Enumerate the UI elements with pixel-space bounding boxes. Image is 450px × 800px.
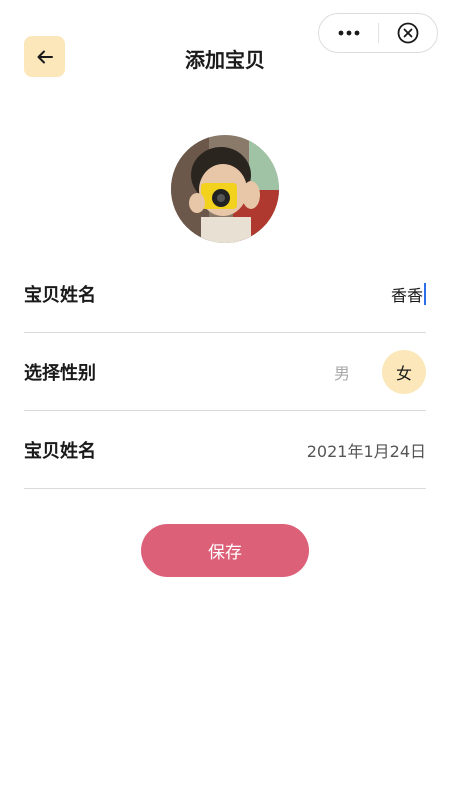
baby-form: 宝贝姓名 香香 选择性别 男 女 宝贝姓名 2021年1月24日 (24, 255, 426, 489)
name-input[interactable]: 香香 (391, 282, 426, 306)
gender-row: 选择性别 男 女 (24, 333, 426, 411)
name-row: 宝贝姓名 香香 (24, 255, 426, 333)
baby-avatar[interactable] (171, 135, 279, 243)
name-value: 香香 (390, 285, 423, 305)
gender-label: 选择性别 (24, 362, 96, 384)
birth-label: 宝贝姓名 (24, 440, 96, 462)
save-button[interactable]: 保存 (141, 524, 309, 577)
close-button[interactable] (379, 14, 437, 52)
gender-female-option[interactable]: 女 (382, 349, 426, 394)
gender-selector: 男 女 (320, 349, 426, 394)
close-circle-icon (397, 22, 419, 44)
baby-photo-avatar (171, 135, 279, 243)
name-label: 宝贝姓名 (24, 284, 96, 306)
birth-row[interactable]: 宝贝姓名 2021年1月24日 (24, 411, 426, 489)
text-cursor (424, 282, 426, 305)
more-button[interactable] (319, 14, 378, 52)
more-dots-icon (338, 30, 359, 36)
header: 添加宝贝 (0, 0, 450, 110)
mini-program-capsule (318, 13, 438, 53)
birth-date-value: 2021年1月24日 (306, 441, 426, 461)
gender-male-option[interactable]: 男 (320, 350, 364, 394)
